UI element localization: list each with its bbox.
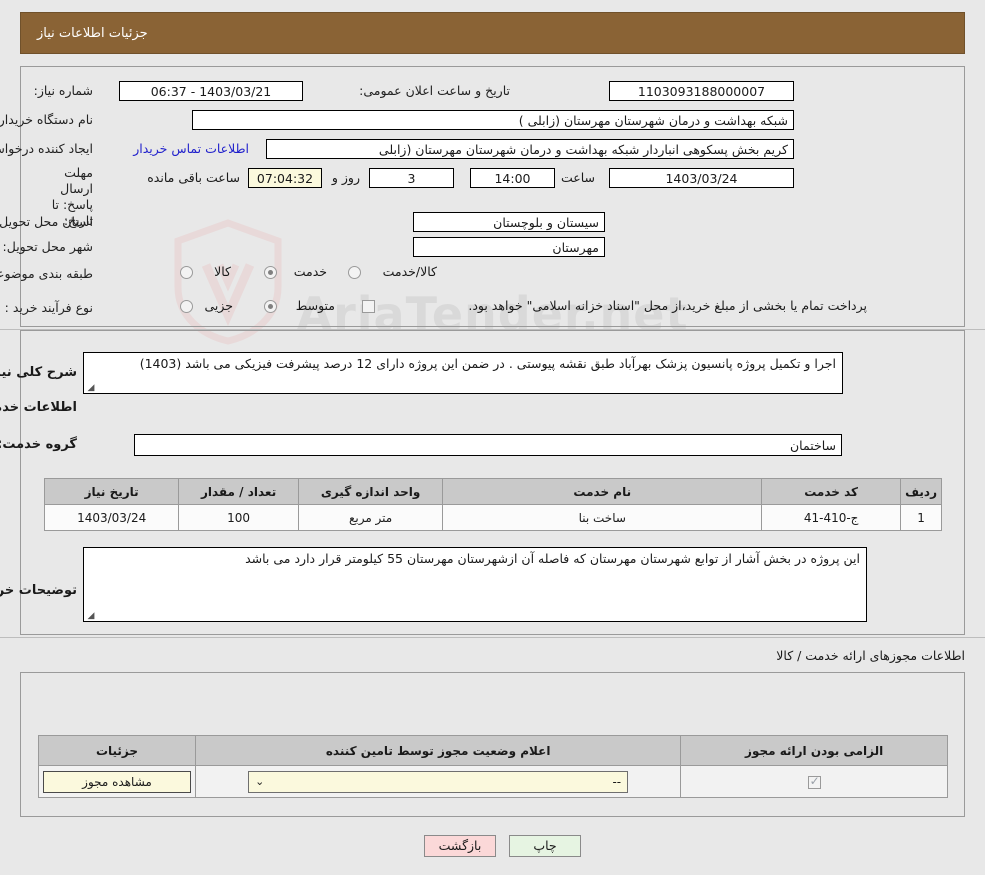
radio-category-khedmat-label: خدمت — [293, 264, 327, 279]
days-label: روز و — [331, 170, 360, 185]
province-value: سیستان و بلوچستان — [413, 212, 605, 232]
remaining-time-value: 07:04:32 — [248, 168, 322, 188]
print-button[interactable]: چاپ — [509, 835, 581, 857]
remaining-label: ساعت باقی مانده — [147, 170, 240, 185]
cell-license-required — [680, 765, 948, 798]
table-row: ⌄ -- مشاهده مجوز — [37, 765, 948, 798]
category-label: طبقه بندی موضوعی: — [0, 266, 93, 281]
back-button[interactable]: بازگشت — [424, 835, 496, 857]
buyer-notes-label: توضیحات خریدار: — [0, 583, 77, 598]
col-unit: واحد اندازه گیری — [297, 478, 444, 505]
treasury-docs-label: پرداخت تمام یا بخشی از مبلغ خرید،از محل … — [468, 298, 867, 313]
table-row: 1 ج-410-41 ساخت بنا متر مربع 100 1403/03… — [43, 504, 942, 531]
radio-category-kala-khedmat[interactable] — [348, 266, 361, 279]
col-service-code: کد خدمت — [761, 478, 902, 505]
cell-service-code: ج-410-41 — [761, 504, 902, 531]
resize-grip-icon-2[interactable]: ◢ — [86, 611, 96, 621]
chevron-down-icon: ⌄ — [255, 774, 265, 788]
deadline-date-value: 1403/03/24 — [609, 168, 794, 188]
deadline-time-value: 14:00 — [470, 168, 555, 188]
buyer-notes-text: این پروژه در بخش آشار از توابع شهرستان م… — [245, 551, 860, 566]
col-service-name: نام خدمت — [442, 478, 763, 505]
cell-service-name: ساخت بنا — [442, 504, 763, 531]
radio-category-kala-khedmat-label: کالا/خدمت — [382, 264, 437, 279]
view-license-button[interactable]: مشاهده مجوز — [43, 770, 191, 793]
license-status-value: -- — [612, 774, 622, 789]
treasury-docs-checkbox[interactable] — [362, 300, 375, 313]
licenses-table: الزامی بودن ارائه مجوز اعلام وضعیت مجوز … — [37, 735, 948, 798]
remaining-days-value: 3 — [369, 168, 454, 188]
license-status-select[interactable]: ⌄ -- — [248, 770, 629, 793]
col-row-no: ردیف — [900, 478, 942, 505]
licenses-section-heading: اطلاعات مجوزهای ارائه خدمت / کالا — [776, 648, 965, 663]
requester-label: ایجاد کننده درخواست: — [0, 141, 93, 156]
services-table-header-row: ردیف کد خدمت نام خدمت واحد اندازه گیری ت… — [43, 478, 942, 505]
description-label: شرح کلی نیاز: — [0, 365, 77, 380]
license-required-checkbox — [807, 774, 821, 789]
col-quantity: تعداد / مقدار — [178, 478, 299, 505]
process-label: نوع فرآیند خرید : — [4, 300, 93, 315]
radio-category-kala[interactable] — [180, 266, 193, 279]
buyer-notes-textarea[interactable]: این پروژه در بخش آشار از توابع شهرستان م… — [83, 547, 867, 622]
cell-need-date: 1403/03/24 — [43, 504, 180, 531]
tender-detail-page: AriaTender.net جزئیات اطلاعات نیاز شماره… — [0, 0, 985, 875]
radio-process-motevaset-label: متوسط — [295, 298, 335, 313]
need-number-value: 1103093188000007 — [609, 81, 794, 101]
services-section-heading: اطلاعات خدمات مورد نیاز — [0, 400, 77, 415]
buyer-contact-link[interactable]: اطلاعات تماس خریدار — [133, 141, 249, 156]
hour-label: ساعت — [560, 170, 595, 185]
city-label: شهر محل تحویل: — [2, 239, 93, 254]
announce-datetime-value: 1403/03/21 - 06:37 — [119, 81, 303, 101]
service-group-label: گروه خدمت: — [0, 437, 77, 452]
col-need-date: تاریخ نیاز — [43, 478, 180, 505]
cell-unit: متر مربع — [297, 504, 444, 531]
description-textarea[interactable]: اجرا و تکمیل پروژه پانسیون پزشک بهرآباد … — [83, 352, 843, 394]
main-info-panel — [20, 66, 965, 327]
radio-process-motevaset[interactable] — [264, 300, 277, 313]
announce-datetime-label: تاریخ و ساعت اعلان عمومی: — [359, 83, 510, 98]
col-license-status: اعلام وضعیت مجوز توسط تامین کننده — [195, 735, 682, 766]
col-license-details: جزئیات — [37, 735, 197, 766]
buyer-org-label: نام دستگاه خریدار: — [0, 112, 93, 127]
buyer-org-value: شبکه بهداشت و درمان شهرستان مهرستان (زاب… — [192, 110, 794, 130]
radio-category-kala-label: کالا — [214, 264, 231, 279]
requester-value: کریم بخش پسکوهی انباردار شبکه بهداشت و د… — [266, 139, 794, 159]
col-license-required: الزامی بودن ارائه مجوز — [680, 735, 948, 766]
cell-license-details: مشاهده مجوز — [37, 765, 197, 798]
services-table: ردیف کد خدمت نام خدمت واحد اندازه گیری ت… — [43, 478, 942, 531]
radio-process-jozi[interactable] — [180, 300, 193, 313]
city-value: مهرستان — [413, 237, 605, 257]
cell-license-status: ⌄ -- — [195, 765, 682, 798]
divider-2 — [0, 637, 985, 638]
cell-quantity: 100 — [178, 504, 299, 531]
need-number-label: شماره نیاز: — [33, 83, 93, 98]
service-group-value: ساختمان — [134, 434, 842, 456]
radio-category-khedmat[interactable] — [264, 266, 277, 279]
licenses-table-header-row: الزامی بودن ارائه مجوز اعلام وضعیت مجوز … — [37, 735, 948, 766]
province-label: استان محل تحویل: — [0, 214, 93, 229]
page-title: جزئیات اطلاعات نیاز — [20, 12, 965, 54]
resize-grip-icon[interactable]: ◢ — [86, 383, 96, 393]
radio-process-jozi-label: جزیی — [204, 298, 233, 313]
cell-row-no: 1 — [900, 504, 942, 531]
description-text: اجرا و تکمیل پروژه پانسیون پزشک بهرآباد … — [139, 356, 836, 371]
